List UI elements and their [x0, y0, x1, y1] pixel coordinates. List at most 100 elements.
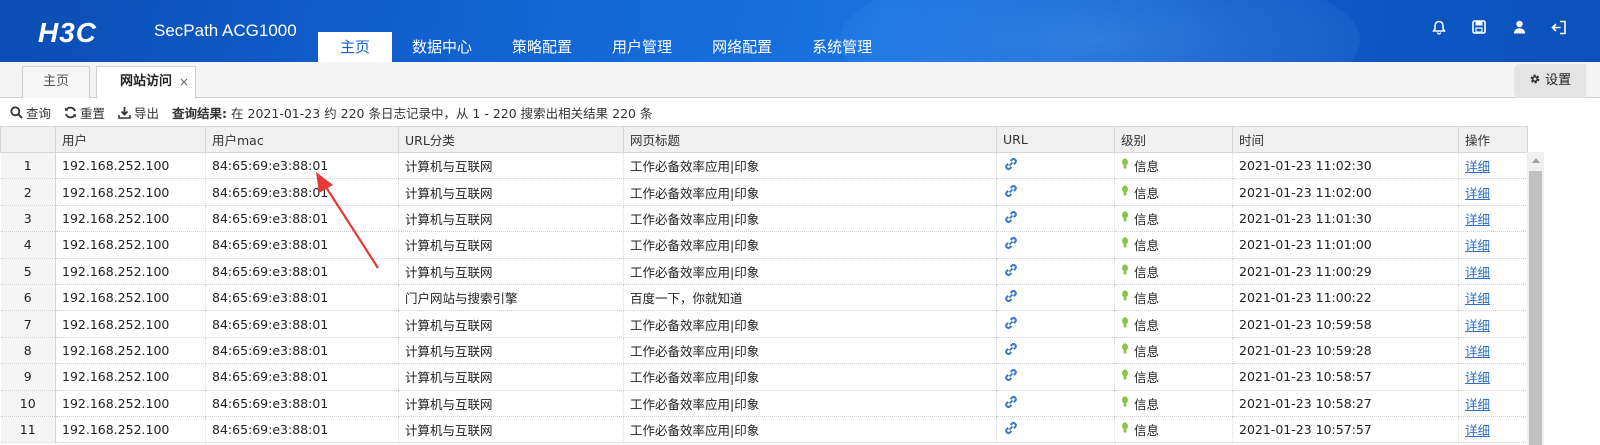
cell-page-title: 工作必备效率应用|印象	[623, 258, 997, 285]
table-row[interactable]: 9 192.168.252.100 84:65:69:e3:88:01 计算机与互联网…	[0, 363, 1528, 391]
cell-page-title: 工作必备效率应用|印象	[623, 178, 997, 206]
link-icon[interactable]	[1003, 263, 1019, 280]
cell-user: 192.168.252.100	[55, 231, 206, 259]
detail-link[interactable]: 详细	[1465, 159, 1490, 174]
save-icon[interactable]	[1470, 18, 1488, 36]
cell-level: 信息	[1114, 390, 1233, 417]
cell-user-mac: 84:65:69:e3:88:01	[205, 258, 399, 285]
detail-link[interactable]: 详细	[1465, 265, 1490, 280]
cell-page-title: 工作必备效率应用|印象	[623, 310, 997, 338]
link-icon[interactable]	[1003, 316, 1019, 333]
table-row[interactable]: 8 192.168.252.100 84:65:69:e3:88:01 计算机与互联网…	[0, 337, 1528, 365]
col-user-mac[interactable]: 用户mac	[205, 126, 399, 153]
col-page-title[interactable]: 网页标题	[623, 126, 997, 153]
table-row[interactable]: 11 192.168.252.100 84:65:69:e3:88:01 计算机与互联…	[0, 416, 1528, 444]
h3c-logo: H3C	[38, 17, 98, 48]
link-icon[interactable]	[1003, 421, 1019, 438]
level-label: 信息	[1134, 370, 1160, 386]
table-row[interactable]: 2 192.168.252.100 84:65:69:e3:88:01 计算机与互联网…	[0, 178, 1528, 206]
user-icon[interactable]	[1510, 18, 1528, 36]
reset-button[interactable]: 重置	[64, 103, 105, 122]
cell-level: 信息	[1114, 152, 1233, 180]
table-row[interactable]: 6 192.168.252.100 84:65:69:e3:88:01 门户网站与搜索…	[0, 284, 1528, 312]
detail-link[interactable]: 详细	[1465, 186, 1490, 201]
cell-time: 2021-01-23 10:58:27	[1232, 390, 1459, 417]
bulb-icon	[1121, 316, 1129, 332]
close-icon[interactable]: ×	[179, 67, 189, 97]
cell-level: 信息	[1114, 205, 1233, 233]
cell-action: 详细	[1458, 178, 1528, 206]
level-label: 信息	[1134, 238, 1160, 254]
detail-link[interactable]: 详细	[1465, 238, 1490, 253]
row-index: 10	[0, 390, 56, 417]
detail-link[interactable]: 详细	[1465, 370, 1490, 385]
table-body: 1 192.168.252.100 84:65:69:e3:88:01 计算机与互联网…	[0, 152, 1528, 444]
nav-item-0[interactable]: 主页	[318, 32, 393, 62]
cell-page-title: 工作必备效率应用|印象	[623, 363, 997, 391]
tab-home[interactable]: 主页	[22, 66, 90, 98]
vertical-scrollbar[interactable]	[1527, 152, 1544, 445]
cell-user-mac: 84:65:69:e3:88:01	[205, 205, 399, 233]
link-icon[interactable]	[1003, 184, 1019, 201]
query-button[interactable]: 查询	[10, 103, 51, 122]
detail-link[interactable]: 详细	[1465, 397, 1490, 412]
table-row[interactable]: 3 192.168.252.100 84:65:69:e3:88:01 计算机与互联网…	[0, 205, 1528, 233]
table-row[interactable]: 4 192.168.252.100 84:65:69:e3:88:01 计算机与互联网…	[0, 231, 1528, 259]
col-user[interactable]: 用户	[55, 126, 206, 153]
scroll-up-arrow-icon[interactable]	[1527, 152, 1544, 169]
col-time[interactable]: 时间	[1232, 126, 1459, 153]
detail-link[interactable]: 详细	[1465, 344, 1490, 359]
cell-action: 详细	[1458, 310, 1528, 338]
cell-time: 2021-01-23 10:59:58	[1232, 310, 1459, 338]
detail-link[interactable]: 详细	[1465, 318, 1490, 333]
table-row[interactable]: 7 192.168.252.100 84:65:69:e3:88:01 计算机与互联网…	[0, 310, 1528, 338]
bell-icon[interactable]	[1430, 18, 1448, 36]
scrollbar-thumb[interactable]	[1529, 171, 1542, 445]
table-row[interactable]: 1 192.168.252.100 84:65:69:e3:88:01 计算机与互联网…	[0, 152, 1528, 180]
col-url[interactable]: URL	[996, 126, 1115, 153]
table-row[interactable]: 5 192.168.252.100 84:65:69:e3:88:01 计算机与互联网…	[0, 258, 1528, 285]
cell-page-title: 工作必备效率应用|印象	[623, 205, 997, 233]
level-label: 信息	[1134, 185, 1160, 201]
logout-icon[interactable]	[1550, 18, 1568, 36]
link-icon[interactable]	[1003, 210, 1019, 227]
cell-action: 详细	[1458, 363, 1528, 391]
bulb-icon	[1121, 237, 1129, 252]
col-level[interactable]: 级别	[1114, 126, 1233, 153]
level-label: 信息	[1134, 211, 1160, 227]
row-index: 8	[0, 337, 56, 365]
nav-item-4[interactable]: 网络配置	[692, 32, 792, 62]
export-label: 导出	[134, 105, 160, 121]
link-icon[interactable]	[1003, 395, 1019, 412]
link-icon[interactable]	[1003, 236, 1019, 253]
link-icon[interactable]	[1003, 157, 1019, 174]
cell-level: 信息	[1114, 178, 1233, 206]
bulb-icon	[1121, 343, 1129, 358]
row-index: 9	[0, 363, 56, 391]
cell-user: 192.168.252.100	[55, 152, 206, 180]
link-icon[interactable]	[1003, 289, 1019, 306]
table-row[interactable]: 10 192.168.252.100 84:65:69:e3:88:01 计算机与互联…	[0, 390, 1528, 417]
detail-link[interactable]: 详细	[1465, 423, 1490, 438]
tab-website-access[interactable]: 网站访问 ×	[96, 66, 196, 99]
nav-item-1[interactable]: 数据中心	[392, 32, 492, 62]
nav-item-2[interactable]: 策略配置	[492, 32, 592, 62]
nav-item-5[interactable]: 系统管理	[792, 32, 892, 62]
cell-page-title: 百度一下，你就知道	[623, 284, 997, 312]
col-url-category[interactable]: URL分类	[398, 126, 624, 153]
detail-link[interactable]: 详细	[1465, 291, 1490, 306]
cell-user: 192.168.252.100	[55, 390, 206, 417]
level-label: 信息	[1134, 343, 1160, 359]
cell-time: 2021-01-23 11:01:00	[1232, 231, 1459, 259]
cell-url-category: 计算机与互联网	[398, 390, 624, 417]
detail-link[interactable]: 详细	[1465, 212, 1490, 227]
header-glow	[840, 0, 1360, 62]
cell-user-mac: 84:65:69:e3:88:01	[205, 152, 399, 180]
cell-page-title: 工作必备效率应用|印象	[623, 337, 997, 365]
nav-item-3[interactable]: 用户管理	[592, 32, 692, 62]
settings-button[interactable]: 设置	[1514, 64, 1586, 98]
export-button[interactable]: 导出	[118, 103, 159, 122]
link-icon[interactable]	[1003, 368, 1019, 385]
cell-action: 详细	[1458, 231, 1528, 259]
link-icon[interactable]	[1003, 342, 1019, 359]
